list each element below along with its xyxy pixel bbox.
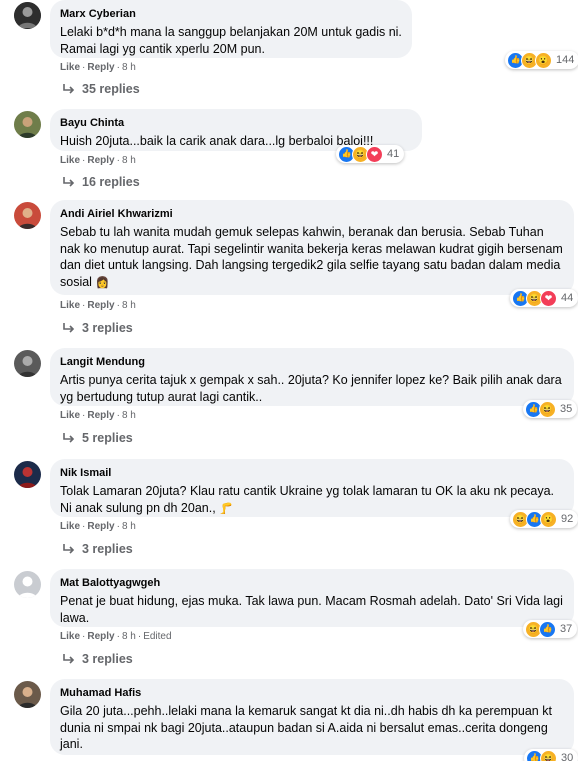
replies-count: 35 replies xyxy=(82,82,140,96)
comment-actions: Like · Reply · 8 h xyxy=(60,410,136,421)
comment-bubble: Langit Mendung Artis punya cerita tajuk … xyxy=(50,348,574,406)
comment-text: Gila 20 juta...pehh..lelaki mana la kema… xyxy=(60,704,552,751)
reaction-count: 44 xyxy=(561,292,574,304)
replies-count: 3 replies xyxy=(82,542,133,556)
replies-count: 5 replies xyxy=(82,431,133,445)
comment-bubble: Mat Balottyagwgeh Penat je buat hidung, … xyxy=(50,569,574,627)
reply-arrow-icon xyxy=(63,654,75,664)
avatar[interactable] xyxy=(14,2,41,29)
reaction-summary[interactable]: 😆 👍 😮 92 xyxy=(510,510,578,528)
comment-text-wrap: Sebab tu lah wanita mudah gemuk selepas … xyxy=(60,224,564,291)
reply-link[interactable]: Reply xyxy=(87,155,114,166)
avatar[interactable] xyxy=(14,111,41,138)
reaction-count: 37 xyxy=(560,623,573,635)
comment-author[interactable]: Marx Cyberian xyxy=(60,7,402,21)
comment-author[interactable]: Nik Ismail xyxy=(60,466,564,480)
reaction-count: 92 xyxy=(561,513,574,525)
view-replies-link[interactable]: 3 replies xyxy=(62,652,133,666)
avatar[interactable] xyxy=(14,681,41,708)
view-replies-link[interactable]: 16 replies xyxy=(62,175,140,189)
reply-arrow-icon xyxy=(63,323,75,333)
reaction-summary[interactable]: 👍 😆 😮 144 xyxy=(505,51,578,69)
comment-bubble: Marx Cyberian Lelaki b*d*h mana la sangg… xyxy=(50,0,412,58)
woman-emoji-icon: 👩 xyxy=(95,276,110,289)
reply-arrow-icon xyxy=(63,177,75,187)
comment-time[interactable]: 8 h xyxy=(122,410,136,421)
reply-link[interactable]: Reply xyxy=(87,300,114,311)
like-link[interactable]: Like xyxy=(60,631,80,642)
comment-time[interactable]: 8 h xyxy=(122,631,136,642)
comment-text-wrap: Tolak Lamaran 20juta? Klau ratu cantik U… xyxy=(60,483,564,517)
like-link[interactable]: Like xyxy=(60,155,80,166)
reply-link[interactable]: Reply xyxy=(87,62,114,73)
comment-text: Sebab tu lah wanita mudah gemuk selepas … xyxy=(60,225,563,289)
avatar[interactable] xyxy=(14,202,41,229)
replies-count: 3 replies xyxy=(82,652,133,666)
comment-author[interactable]: Mat Balottyagwgeh xyxy=(60,576,564,590)
reply-link[interactable]: Reply xyxy=(87,410,114,421)
reaction-summary[interactable]: 👍 😆 ❤ 41 xyxy=(336,145,405,163)
comment-text: Penat je buat hidung, ejas muka. Tak law… xyxy=(60,594,563,625)
comment-bubble: Andi Airiel Khwarizmi Sebab tu lah wanit… xyxy=(50,200,574,295)
reply-arrow-icon xyxy=(63,544,75,554)
reply-arrow-icon xyxy=(63,433,75,443)
comment-author[interactable]: Bayu Chinta xyxy=(60,116,412,130)
reply-link[interactable]: Reply xyxy=(87,631,114,642)
comment-time[interactable]: 8 h xyxy=(122,521,136,532)
reply-link[interactable]: Reply xyxy=(87,521,114,532)
reaction-count: 35 xyxy=(560,403,573,415)
like-link[interactable]: Like xyxy=(60,62,80,73)
reaction-summary[interactable]: 😆 👍 37 xyxy=(523,620,578,638)
comment-time[interactable]: 8 h xyxy=(122,300,136,311)
comment-bubble: Nik Ismail Tolak Lamaran 20juta? Klau ra… xyxy=(50,459,574,517)
love-reaction-icon: ❤ xyxy=(540,289,557,307)
comments-list: Marx Cyberian Lelaki b*d*h mana la sangg… xyxy=(0,0,578,761)
edited-label: Edited xyxy=(143,631,172,642)
view-replies-link[interactable]: 3 replies xyxy=(62,321,133,335)
comment-text: Lelaki b*d*h mana la sanggup belanjakan … xyxy=(60,25,402,56)
wow-reaction-icon: 😮 xyxy=(540,510,557,528)
comment-time[interactable]: 8 h xyxy=(122,155,136,166)
reaction-summary[interactable]: 👍 😆 30 xyxy=(524,749,578,761)
comment-bubble: Muhamad Hafis Gila 20 juta...pehh..lelak… xyxy=(50,679,574,755)
comment-actions: Like · Reply · 8 h xyxy=(60,62,136,73)
view-replies-link[interactable]: 3 replies xyxy=(62,542,133,556)
comment-actions: Like · Reply · 8 h xyxy=(60,521,136,532)
reaction-count: 30 xyxy=(561,752,574,761)
wow-reaction-icon: 😮 xyxy=(535,51,552,69)
replies-count: 16 replies xyxy=(82,175,140,189)
comment-text: Tolak Lamaran 20juta? Klau ratu cantik U… xyxy=(60,484,555,515)
replies-count: 3 replies xyxy=(82,321,133,335)
comment-time[interactable]: 8 h xyxy=(122,62,136,73)
comment-author[interactable]: Langit Mendung xyxy=(60,355,564,369)
reaction-summary[interactable]: 👍 😆 35 xyxy=(523,400,578,418)
comment-actions: Like · Reply · 8 h · Edited xyxy=(60,631,172,642)
reaction-count: 144 xyxy=(556,54,575,66)
comment-author[interactable]: Andi Airiel Khwarizmi xyxy=(60,207,564,221)
like-link[interactable]: Like xyxy=(60,410,80,421)
comment-actions: Like · Reply · 8 h xyxy=(60,155,136,166)
like-link[interactable]: Like xyxy=(60,521,80,532)
avatar[interactable] xyxy=(14,461,41,488)
view-replies-link[interactable]: 5 replies xyxy=(62,431,133,445)
like-reaction-icon: 👍 xyxy=(539,620,556,638)
haha-reaction-icon: 😆 xyxy=(540,749,557,761)
like-link[interactable]: Like xyxy=(60,300,80,311)
love-reaction-icon: ❤ xyxy=(366,145,383,163)
avatar[interactable] xyxy=(14,350,41,377)
avatar[interactable] xyxy=(14,571,41,598)
comment-author[interactable]: Muhamad Hafis xyxy=(60,686,564,700)
comment-text: Artis punya cerita tajuk x gempak x sah.… xyxy=(60,373,562,404)
reaction-summary[interactable]: 👍 😆 ❤ 44 xyxy=(510,289,578,307)
view-replies-link[interactable]: 35 replies xyxy=(62,82,140,96)
comment-actions: Like · Reply · 8 h xyxy=(60,300,136,311)
haha-reaction-icon: 😆 xyxy=(539,400,556,418)
person-emoji-icon: 🦵 xyxy=(219,502,233,515)
reaction-count: 41 xyxy=(387,148,400,160)
reply-arrow-icon xyxy=(63,84,75,94)
